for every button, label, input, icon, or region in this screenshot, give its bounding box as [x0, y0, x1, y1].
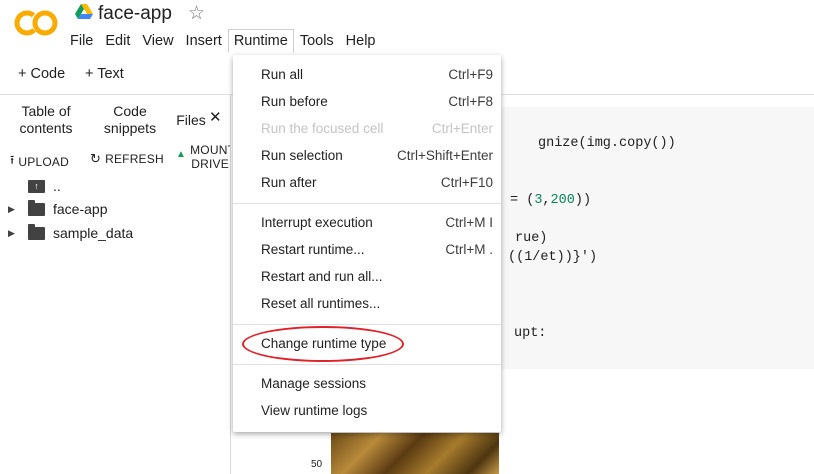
notebook-title[interactable]: face-app — [98, 3, 172, 25]
menu-divider — [233, 324, 501, 325]
star-icon[interactable]: ☆ — [188, 2, 205, 25]
menu-run-after[interactable]: Run after Ctrl+F10 — [233, 170, 501, 197]
google-drive-icon — [75, 4, 93, 20]
menu-file[interactable]: File — [64, 29, 99, 53]
menu-run-selection[interactable]: Run selection Ctrl+Shift+Enter — [233, 143, 501, 170]
menu-manage-sessions[interactable]: Manage sessions — [233, 371, 501, 398]
tree-item-face-app[interactable]: ▶ face-app — [0, 198, 230, 220]
plot-y-tick: 50 — [311, 459, 323, 470]
menu-restart-runtime[interactable]: Restart runtime... Ctrl+M . — [233, 237, 501, 264]
refresh-icon: ↻ — [90, 151, 102, 166]
menu-runtime[interactable]: Runtime — [227, 29, 294, 53]
drive-icon: ▲ — [176, 149, 187, 160]
highlight-annotation — [242, 326, 404, 362]
tree-item-label: face-app — [53, 201, 108, 217]
code-line: ((1/et))}') — [508, 250, 598, 265]
folder-icon — [28, 199, 45, 216]
output-image — [331, 433, 499, 474]
tab-files[interactable]: Files — [172, 112, 210, 129]
code-line: rue) — [515, 231, 548, 246]
code-line: upt: — [514, 326, 547, 341]
menu-divider — [233, 364, 501, 365]
menu-bar: File Edit View Insert Runtime Tools Help — [64, 29, 382, 53]
folder-icon — [28, 223, 45, 240]
tab-table-of-contents[interactable]: Table of contents — [10, 103, 82, 137]
code-line: = (3,200)) — [510, 193, 592, 208]
header: face-app ☆ File Edit View Insert Runtime… — [0, 0, 814, 58]
menu-view-runtime-logs[interactable]: View runtime logs — [233, 398, 501, 425]
close-icon[interactable]: ✕ — [209, 108, 222, 126]
menu-tools[interactable]: Tools — [294, 29, 340, 53]
menu-divider — [233, 203, 501, 204]
refresh-label: REFRESH — [105, 152, 164, 166]
tree-item-label: .. — [53, 178, 61, 194]
mount-drive-button[interactable]: ▲ MOUNT DRIVE — [176, 143, 230, 171]
add-text-button[interactable]: + Text — [85, 66, 124, 82]
code-line: gnize(img.copy()) — [538, 136, 676, 151]
menu-interrupt-execution[interactable]: Interrupt execution Ctrl+M I — [233, 210, 501, 237]
menu-help[interactable]: Help — [340, 29, 382, 53]
menu-run-all[interactable]: Run all Ctrl+F9 — [233, 62, 501, 89]
colab-logo[interactable] — [14, 7, 58, 39]
files-sidebar: Table of contents Code snippets Files ✕ … — [0, 95, 231, 474]
expand-arrow-icon: ▶ — [8, 227, 15, 238]
tree-item-sample-data[interactable]: ▶ sample_data — [0, 222, 230, 244]
refresh-button[interactable]: ↻ REFRESH — [90, 151, 164, 167]
mount-drive-label: MOUNT DRIVE — [190, 143, 230, 171]
files-actions: ⭱ UPLOAD ↻ REFRESH ▲ MOUNT DRIVE — [0, 143, 230, 175]
add-code-button[interactable]: + Code — [18, 66, 65, 82]
runtime-menu: Run all Ctrl+F9 Run before Ctrl+F8 Run t… — [233, 55, 501, 432]
menu-reset-all-runtimes[interactable]: Reset all runtimes... — [233, 291, 501, 318]
tab-code-snippets[interactable]: Code snippets — [96, 103, 164, 137]
folder-up-icon: ↑ — [28, 179, 45, 193]
menu-view[interactable]: View — [136, 29, 179, 53]
tree-item-parent[interactable]: ↑ .. — [0, 175, 230, 197]
upload-icon: ⭱ — [10, 153, 15, 167]
upload-label: UPLOAD — [18, 154, 69, 169]
menu-edit[interactable]: Edit — [99, 29, 136, 53]
upload-button[interactable]: ⭱ UPLOAD — [10, 151, 69, 172]
menu-insert[interactable]: Insert — [180, 29, 228, 53]
tree-item-label: sample_data — [53, 225, 134, 241]
menu-restart-and-run-all[interactable]: Restart and run all... — [233, 264, 501, 291]
menu-run-focused-cell: Run the focused cell Ctrl+Enter — [261, 121, 493, 136]
expand-arrow-icon: ▶ — [8, 203, 15, 214]
menu-run-before[interactable]: Run before Ctrl+F8 — [233, 89, 501, 116]
